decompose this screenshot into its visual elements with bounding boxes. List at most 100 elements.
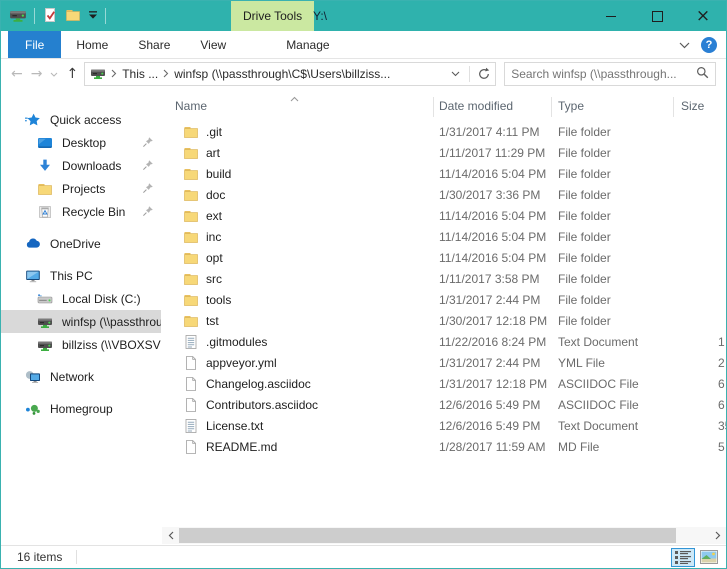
file-name[interactable]: Contributors.asciidoc bbox=[206, 398, 318, 412]
sidebar-item-desktop[interactable]: Desktop bbox=[1, 131, 161, 154]
details-view-button[interactable] bbox=[671, 548, 695, 567]
properties-icon[interactable] bbox=[42, 7, 58, 26]
explorer-window: Drive Tools Y:\ × File Home Share View M… bbox=[0, 0, 727, 569]
forward-icon[interactable]: → bbox=[31, 66, 43, 82]
tab-share[interactable]: Share bbox=[123, 31, 185, 58]
sidebar-item-label: winfsp (\\passthrou bbox=[62, 315, 161, 329]
column-header-size[interactable]: Size bbox=[681, 99, 704, 113]
column-divider[interactable] bbox=[551, 97, 552, 117]
help-icon[interactable]: ? bbox=[701, 37, 717, 53]
drive-tools-contextual-tab[interactable]: Drive Tools bbox=[231, 1, 314, 31]
file-name[interactable]: build bbox=[206, 167, 231, 181]
file-name[interactable]: inc bbox=[206, 230, 221, 244]
file-date-modified: 1/30/2017 12:18 PM bbox=[439, 314, 547, 328]
up-icon[interactable]: ↑ bbox=[66, 66, 78, 82]
file-row[interactable]: appveyor.yml 1/31/2017 2:44 PM YML File … bbox=[161, 353, 726, 374]
folder-icon bbox=[37, 181, 53, 197]
tab-home[interactable]: Home bbox=[61, 31, 123, 58]
search-icon[interactable] bbox=[696, 66, 709, 82]
file-row[interactable]: art 1/11/2017 11:29 PM File folder bbox=[161, 143, 726, 164]
file-name[interactable]: opt bbox=[206, 251, 223, 265]
file-name[interactable]: .git bbox=[206, 125, 222, 139]
sidebar-item-billziss[interactable]: billziss (\\VBOXSVR) bbox=[1, 333, 161, 356]
column-header-type[interactable]: Type bbox=[558, 99, 584, 113]
file-row[interactable]: inc 11/14/2016 5:04 PM File folder bbox=[161, 227, 726, 248]
sort-ascending-icon bbox=[290, 91, 299, 105]
file-row[interactable]: .git 1/31/2017 4:11 PM File folder bbox=[161, 122, 726, 143]
file-row[interactable]: ext 11/14/2016 5:04 PM File folder bbox=[161, 206, 726, 227]
refresh-icon[interactable] bbox=[475, 63, 493, 85]
large-icons-view-button[interactable] bbox=[697, 548, 721, 567]
sidebar-item-downloads[interactable]: Downloads bbox=[1, 154, 161, 177]
file-row[interactable]: Contributors.asciidoc 12/6/2016 5:49 PM … bbox=[161, 395, 726, 416]
scroll-right-icon[interactable] bbox=[709, 527, 726, 544]
file-date-modified: 1/31/2017 2:44 PM bbox=[439, 356, 540, 370]
back-icon[interactable]: ← bbox=[11, 66, 23, 82]
expand-ribbon-chevron-icon[interactable] bbox=[679, 38, 690, 52]
file-name[interactable]: README.md bbox=[206, 440, 277, 454]
file-name[interactable]: Changelog.asciidoc bbox=[206, 377, 311, 391]
chevron-right-icon[interactable] bbox=[111, 67, 117, 81]
file-name[interactable]: tools bbox=[206, 293, 231, 307]
folder-icon bbox=[183, 208, 199, 224]
customize-toolbar-dropdown-icon[interactable] bbox=[88, 9, 98, 23]
sidebar-item-onedrive[interactable]: OneDrive bbox=[1, 232, 161, 255]
column-divider[interactable] bbox=[673, 97, 674, 117]
file-row[interactable]: .gitmodules 11/22/2016 8:24 PM Text Docu… bbox=[161, 332, 726, 353]
quick-access-toolbar bbox=[1, 6, 106, 27]
address-dropdown-chevron-icon[interactable] bbox=[446, 63, 464, 85]
scroll-left-icon[interactable] bbox=[162, 527, 179, 544]
column-header-date-modified[interactable]: Date modified bbox=[439, 99, 513, 113]
minimize-button[interactable] bbox=[588, 1, 634, 31]
new-folder-icon[interactable] bbox=[65, 7, 81, 26]
file-date-modified: 12/6/2016 5:49 PM bbox=[439, 419, 540, 433]
file-row[interactable]: tools 1/31/2017 2:44 PM File folder bbox=[161, 290, 726, 311]
window-controls: × bbox=[588, 1, 726, 31]
sidebar-item-recycle-bin[interactable]: Recycle Bin bbox=[1, 200, 161, 223]
sidebar-item-local-disk-c[interactable]: Local Disk (C:) bbox=[1, 287, 161, 310]
file-name[interactable]: License.txt bbox=[206, 419, 263, 433]
file-row[interactable]: build 11/14/2016 5:04 PM File folder bbox=[161, 164, 726, 185]
address-bar[interactable]: This ... winfsp (\\passthrough\C$\Users\… bbox=[84, 62, 496, 86]
sidebar-item-quick-access[interactable]: Quick access bbox=[1, 108, 161, 131]
tab-manage[interactable]: Manage bbox=[271, 31, 344, 58]
sidebar-item-label: Homegroup bbox=[50, 402, 113, 416]
sidebar-item-homegroup[interactable]: Homegroup bbox=[1, 397, 161, 420]
file-name[interactable]: art bbox=[206, 146, 220, 160]
file-row[interactable]: opt 11/14/2016 5:04 PM File folder bbox=[161, 248, 726, 269]
search-box[interactable] bbox=[504, 62, 716, 86]
file-name[interactable]: tst bbox=[206, 314, 219, 328]
sidebar-item-winfsp[interactable]: winfsp (\\passthrou bbox=[1, 310, 161, 333]
maximize-button[interactable] bbox=[634, 1, 680, 31]
column-header-name[interactable]: Name bbox=[175, 99, 207, 113]
file-row[interactable]: src 1/11/2017 3:58 PM File folder bbox=[161, 269, 726, 290]
breadcrumb-this-pc[interactable]: This ... bbox=[122, 67, 158, 81]
column-divider[interactable] bbox=[433, 97, 434, 117]
file-row[interactable]: README.md 1/28/2017 11:59 AM MD File 5 bbox=[161, 437, 726, 458]
file-row[interactable]: doc 1/30/2017 3:36 PM File folder bbox=[161, 185, 726, 206]
sidebar-item-this-pc[interactable]: This PC bbox=[1, 264, 161, 287]
recent-locations-chevron-icon[interactable] bbox=[50, 66, 58, 82]
file-row[interactable]: Changelog.asciidoc 1/31/2017 12:18 PM AS… bbox=[161, 374, 726, 395]
file-date-modified: 11/22/2016 8:24 PM bbox=[439, 335, 546, 349]
file-name[interactable]: ext bbox=[206, 209, 222, 223]
search-input[interactable] bbox=[511, 67, 696, 81]
divider bbox=[105, 8, 106, 24]
sidebar-item-projects[interactable]: Projects bbox=[1, 177, 161, 200]
tab-view[interactable]: View bbox=[185, 31, 241, 58]
tab-file[interactable]: File bbox=[8, 31, 61, 58]
file-row[interactable]: tst 1/30/2017 12:18 PM File folder bbox=[161, 311, 726, 332]
horizontal-scrollbar[interactable] bbox=[162, 527, 726, 544]
sidebar-item-network[interactable]: Network bbox=[1, 365, 161, 388]
folder-icon bbox=[183, 229, 199, 245]
file-date-modified: 1/31/2017 12:18 PM bbox=[439, 377, 547, 391]
chevron-right-icon[interactable] bbox=[163, 67, 169, 81]
file-name[interactable]: appveyor.yml bbox=[206, 356, 277, 370]
file-name[interactable]: doc bbox=[206, 188, 225, 202]
file-name[interactable]: .gitmodules bbox=[206, 335, 267, 349]
scrollbar-thumb[interactable] bbox=[179, 528, 676, 543]
file-name[interactable]: src bbox=[206, 272, 222, 286]
breadcrumb-current-folder[interactable]: winfsp (\\passthrough\C$\Users\billziss.… bbox=[174, 67, 441, 81]
file-row[interactable]: License.txt 12/6/2016 5:49 PM Text Docum… bbox=[161, 416, 726, 437]
close-button[interactable]: × bbox=[680, 1, 726, 31]
